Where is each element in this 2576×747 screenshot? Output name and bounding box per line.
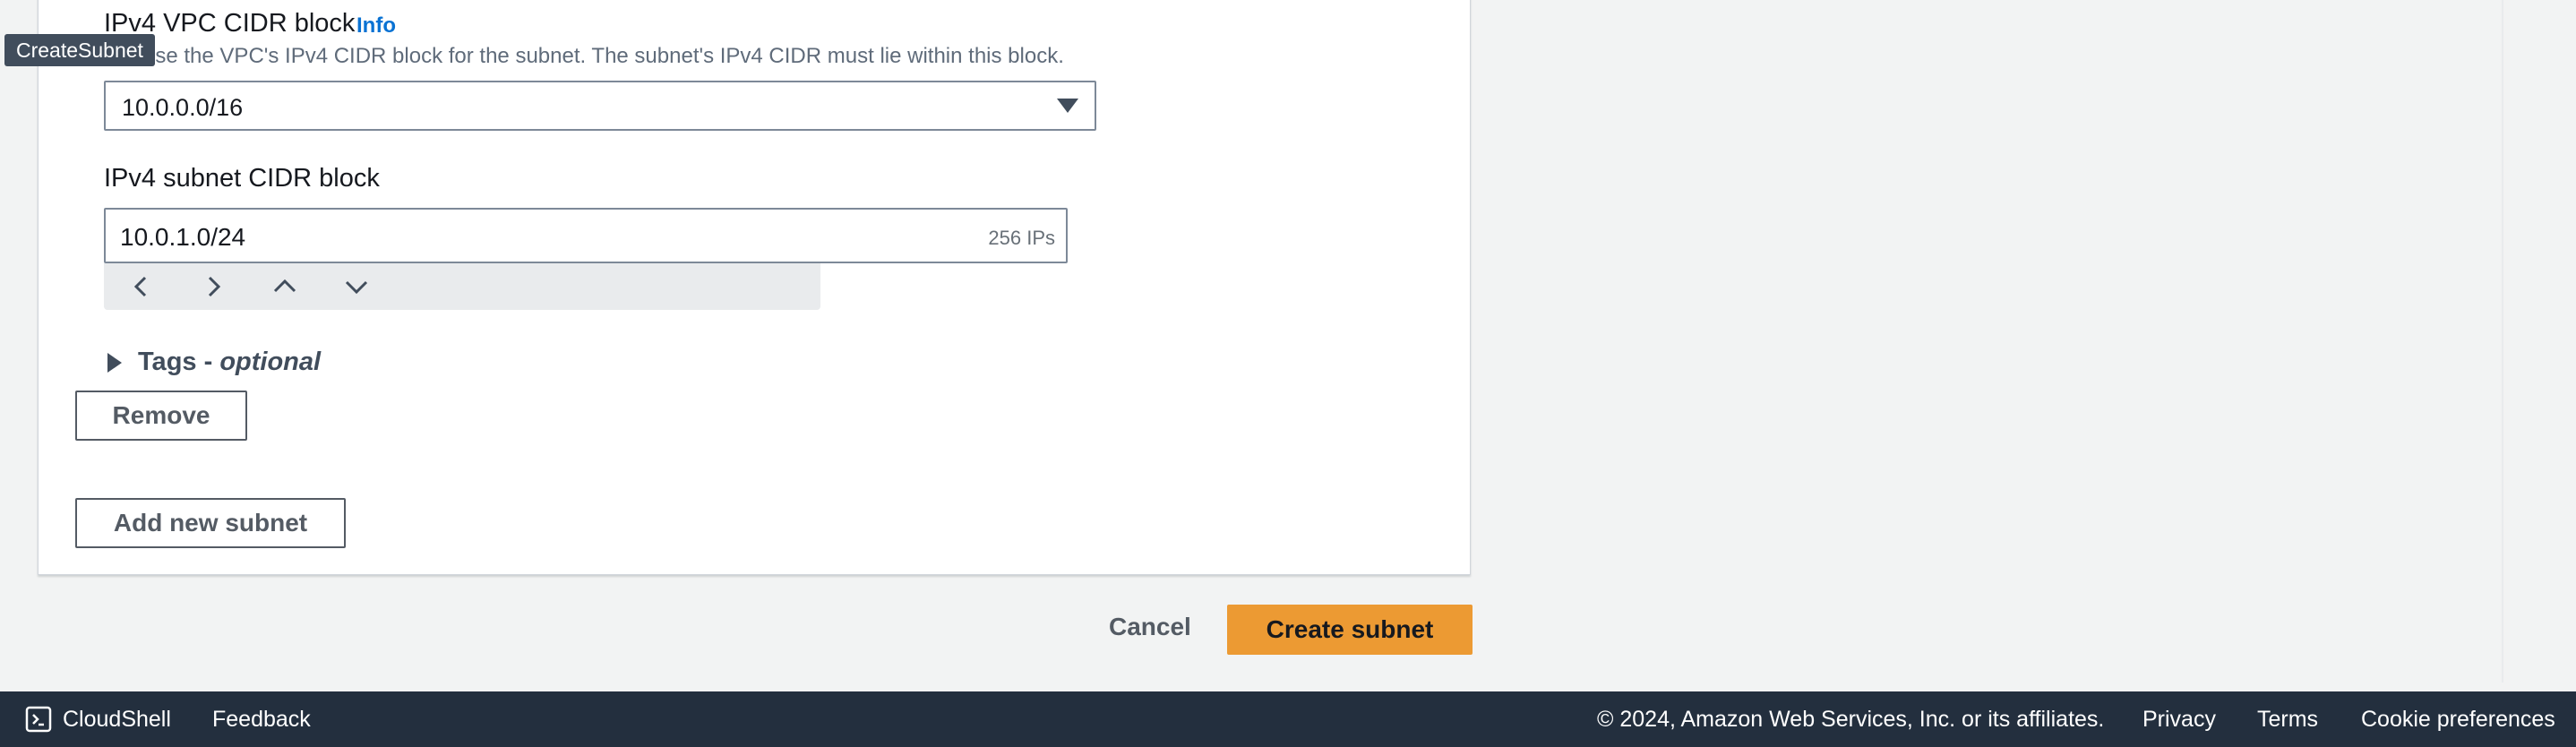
chevron-down-icon[interactable] xyxy=(340,272,373,301)
privacy-link[interactable]: Privacy xyxy=(2142,707,2216,733)
subnet-cidr-input[interactable]: 10.0.1.0/24 256 IPs xyxy=(104,208,1068,263)
terms-link[interactable]: Terms xyxy=(2257,707,2318,733)
create-subnet-button[interactable]: Create subnet xyxy=(1227,605,1473,655)
cancel-button[interactable]: Cancel xyxy=(1109,613,1191,641)
subnet-cidr-value: 10.0.1.0/24 xyxy=(120,223,246,251)
feedback-link[interactable]: Feedback xyxy=(212,707,311,733)
vpc-cidr-description: Choose the VPC's IPv4 CIDR block for the… xyxy=(104,44,1064,68)
content-right-border xyxy=(2502,0,2503,683)
caret-down-icon xyxy=(1057,99,1078,113)
subnet-settings-panel: IPv4 VPC CIDR block Info Choose the VPC'… xyxy=(38,0,1471,575)
add-new-subnet-button[interactable]: Add new subnet xyxy=(75,498,346,548)
chevron-left-icon[interactable] xyxy=(125,272,158,301)
ip-count-hint: 256 IPs xyxy=(988,227,1055,249)
cloudshell-icon[interactable] xyxy=(25,706,52,733)
console-footer: CloudShell Feedback © 2024, Amazon Web S… xyxy=(0,691,2576,747)
caret-right-icon xyxy=(107,353,122,373)
cookie-preferences-link[interactable]: Cookie preferences xyxy=(2361,707,2555,733)
cidr-stepper-bar xyxy=(104,263,820,310)
subnet-cidr-label: IPv4 subnet CIDR block xyxy=(104,164,380,193)
vpc-cidr-info-link[interactable]: Info xyxy=(356,13,396,39)
vpc-cidr-selected-value: 10.0.0.0/16 xyxy=(122,94,244,121)
tags-label: Tags - xyxy=(138,348,220,376)
tags-expander-label: Tags - optional xyxy=(138,348,321,377)
vpc-cidr-select[interactable]: 10.0.0.0/16 xyxy=(104,81,1096,131)
tooltip: CreateSubnet xyxy=(4,34,155,66)
tags-optional-label: optional xyxy=(219,348,322,376)
copyright-text: © 2024, Amazon Web Services, Inc. or its… xyxy=(1597,707,2105,732)
chevron-up-icon[interactable] xyxy=(269,272,301,301)
chevron-right-icon[interactable] xyxy=(197,272,229,301)
remove-button[interactable]: Remove xyxy=(75,391,247,441)
cloudshell-link[interactable]: CloudShell xyxy=(63,707,171,733)
